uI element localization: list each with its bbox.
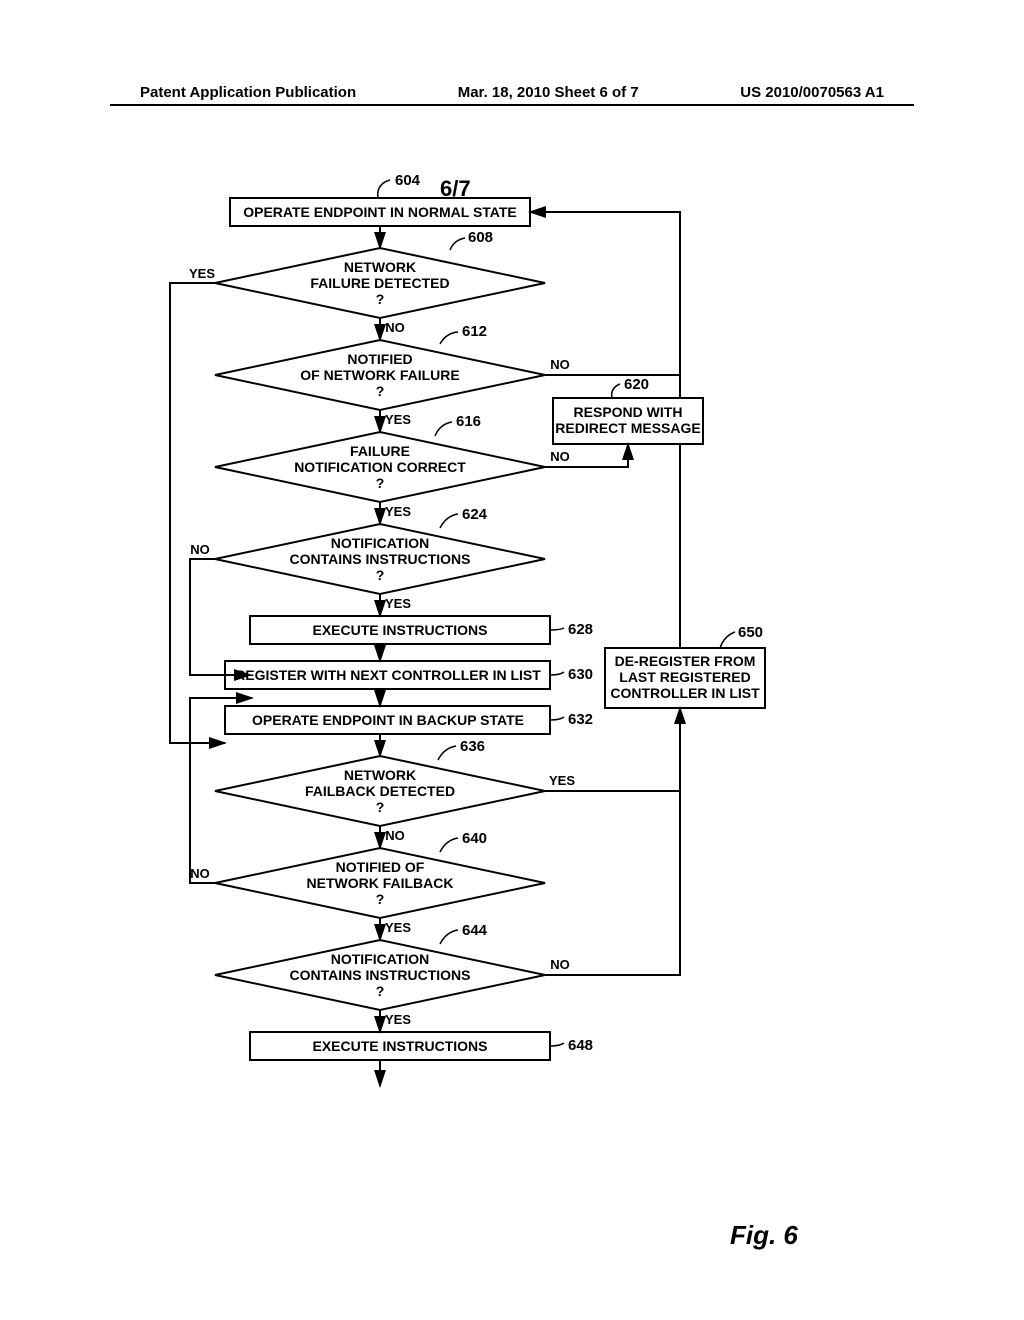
svg-text:644: 644 <box>462 922 488 939</box>
svg-text:LAST REGISTERED: LAST REGISTERED <box>619 669 750 685</box>
svg-text:NO: NO <box>550 357 570 372</box>
svg-text:?: ? <box>376 891 385 907</box>
svg-text:DE-REGISTER FROM: DE-REGISTER FROM <box>615 653 756 669</box>
svg-text:604: 604 <box>395 172 421 189</box>
svg-text:NOTIFICATION CORRECT: NOTIFICATION CORRECT <box>294 459 466 475</box>
svg-text:?: ? <box>376 291 385 307</box>
svg-text:628: 628 <box>568 621 593 638</box>
svg-text:612: 612 <box>462 323 487 340</box>
svg-text:CONTAINS INSTRUCTIONS: CONTAINS INSTRUCTIONS <box>290 551 471 567</box>
header-center: Mar. 18, 2010 Sheet 6 of 7 <box>458 84 639 101</box>
svg-text:624: 624 <box>462 506 488 523</box>
svg-text:EXECUTE INSTRUCTIONS: EXECUTE INSTRUCTIONS <box>312 622 487 638</box>
svg-text:NOTIFIED OF: NOTIFIED OF <box>336 859 425 875</box>
svg-text:OPERATE ENDPOINT IN NORMAL STA: OPERATE ENDPOINT IN NORMAL STATE <box>243 204 517 220</box>
svg-text:NO: NO <box>550 449 570 464</box>
svg-text:OPERATE ENDPOINT IN BACKUP STA: OPERATE ENDPOINT IN BACKUP STATE <box>252 712 524 728</box>
svg-text:608: 608 <box>468 229 493 246</box>
svg-text:REGISTER WITH NEXT CONTROLLER: REGISTER WITH NEXT CONTROLLER IN LIST <box>235 667 541 683</box>
svg-text:640: 640 <box>462 830 487 847</box>
box-650: DE-REGISTER FROM LAST REGISTERED CONTROL… <box>605 624 765 708</box>
svg-text:NO: NO <box>385 320 405 335</box>
svg-text:FAILBACK DETECTED: FAILBACK DETECTED <box>305 783 455 799</box>
box-648: EXECUTE INSTRUCTIONS 648 <box>250 1032 593 1060</box>
svg-text:YES: YES <box>189 266 215 281</box>
svg-text:NO: NO <box>190 866 210 881</box>
svg-text:FAILURE: FAILURE <box>350 443 410 459</box>
svg-text:636: 636 <box>460 738 485 755</box>
svg-text:620: 620 <box>624 376 649 393</box>
flowchart: OPERATE ENDPOINT IN NORMAL STATE 604 NET… <box>140 170 900 1270</box>
svg-text:OF NETWORK FAILURE: OF NETWORK FAILURE <box>300 367 459 383</box>
svg-text:REDIRECT MESSAGE: REDIRECT MESSAGE <box>555 420 700 436</box>
svg-text:NO: NO <box>385 828 405 843</box>
svg-text:616: 616 <box>456 413 481 430</box>
page-header: Patent Application Publication Mar. 18, … <box>0 84 1024 101</box>
svg-text:EXECUTE INSTRUCTIONS: EXECUTE INSTRUCTIONS <box>312 1038 487 1054</box>
box-632: OPERATE ENDPOINT IN BACKUP STATE 632 <box>225 706 593 734</box>
box-630: REGISTER WITH NEXT CONTROLLER IN LIST 63… <box>225 661 593 689</box>
box-628: EXECUTE INSTRUCTIONS 628 <box>250 616 593 644</box>
svg-text:NETWORK: NETWORK <box>344 259 416 275</box>
svg-text:?: ? <box>376 567 385 583</box>
svg-text:?: ? <box>376 983 385 999</box>
svg-text:NETWORK FAILBACK: NETWORK FAILBACK <box>307 875 454 891</box>
svg-text:NOTIFICATION: NOTIFICATION <box>331 535 430 551</box>
svg-text:CONTAINS INSTRUCTIONS: CONTAINS INSTRUCTIONS <box>290 967 471 983</box>
svg-text:CONTROLLER IN LIST: CONTROLLER IN LIST <box>610 685 760 701</box>
svg-text:NO: NO <box>190 542 210 557</box>
svg-text:632: 632 <box>568 711 593 728</box>
svg-text:YES: YES <box>385 1012 411 1027</box>
svg-text:?: ? <box>376 383 385 399</box>
header-left: Patent Application Publication <box>140 84 356 101</box>
header-right: US 2010/0070563 A1 <box>740 84 884 101</box>
svg-text:YES: YES <box>385 504 411 519</box>
svg-text:630: 630 <box>568 666 593 683</box>
svg-text:?: ? <box>376 475 385 491</box>
svg-text:NOTIFIED: NOTIFIED <box>347 351 412 367</box>
svg-text:FAILURE DETECTED: FAILURE DETECTED <box>310 275 449 291</box>
svg-text:YES: YES <box>385 920 411 935</box>
svg-text:NOTIFICATION: NOTIFICATION <box>331 951 430 967</box>
box-604: OPERATE ENDPOINT IN NORMAL STATE 604 <box>230 172 530 226</box>
header-rule <box>110 104 914 106</box>
svg-text:650: 650 <box>738 624 763 641</box>
svg-text:NETWORK: NETWORK <box>344 767 416 783</box>
svg-text:648: 648 <box>568 1037 593 1054</box>
svg-text:NO: NO <box>550 957 570 972</box>
svg-text:YES: YES <box>385 412 411 427</box>
svg-text:RESPOND WITH: RESPOND WITH <box>574 404 683 420</box>
svg-text:?: ? <box>376 799 385 815</box>
svg-text:YES: YES <box>385 596 411 611</box>
svg-text:YES: YES <box>549 773 575 788</box>
